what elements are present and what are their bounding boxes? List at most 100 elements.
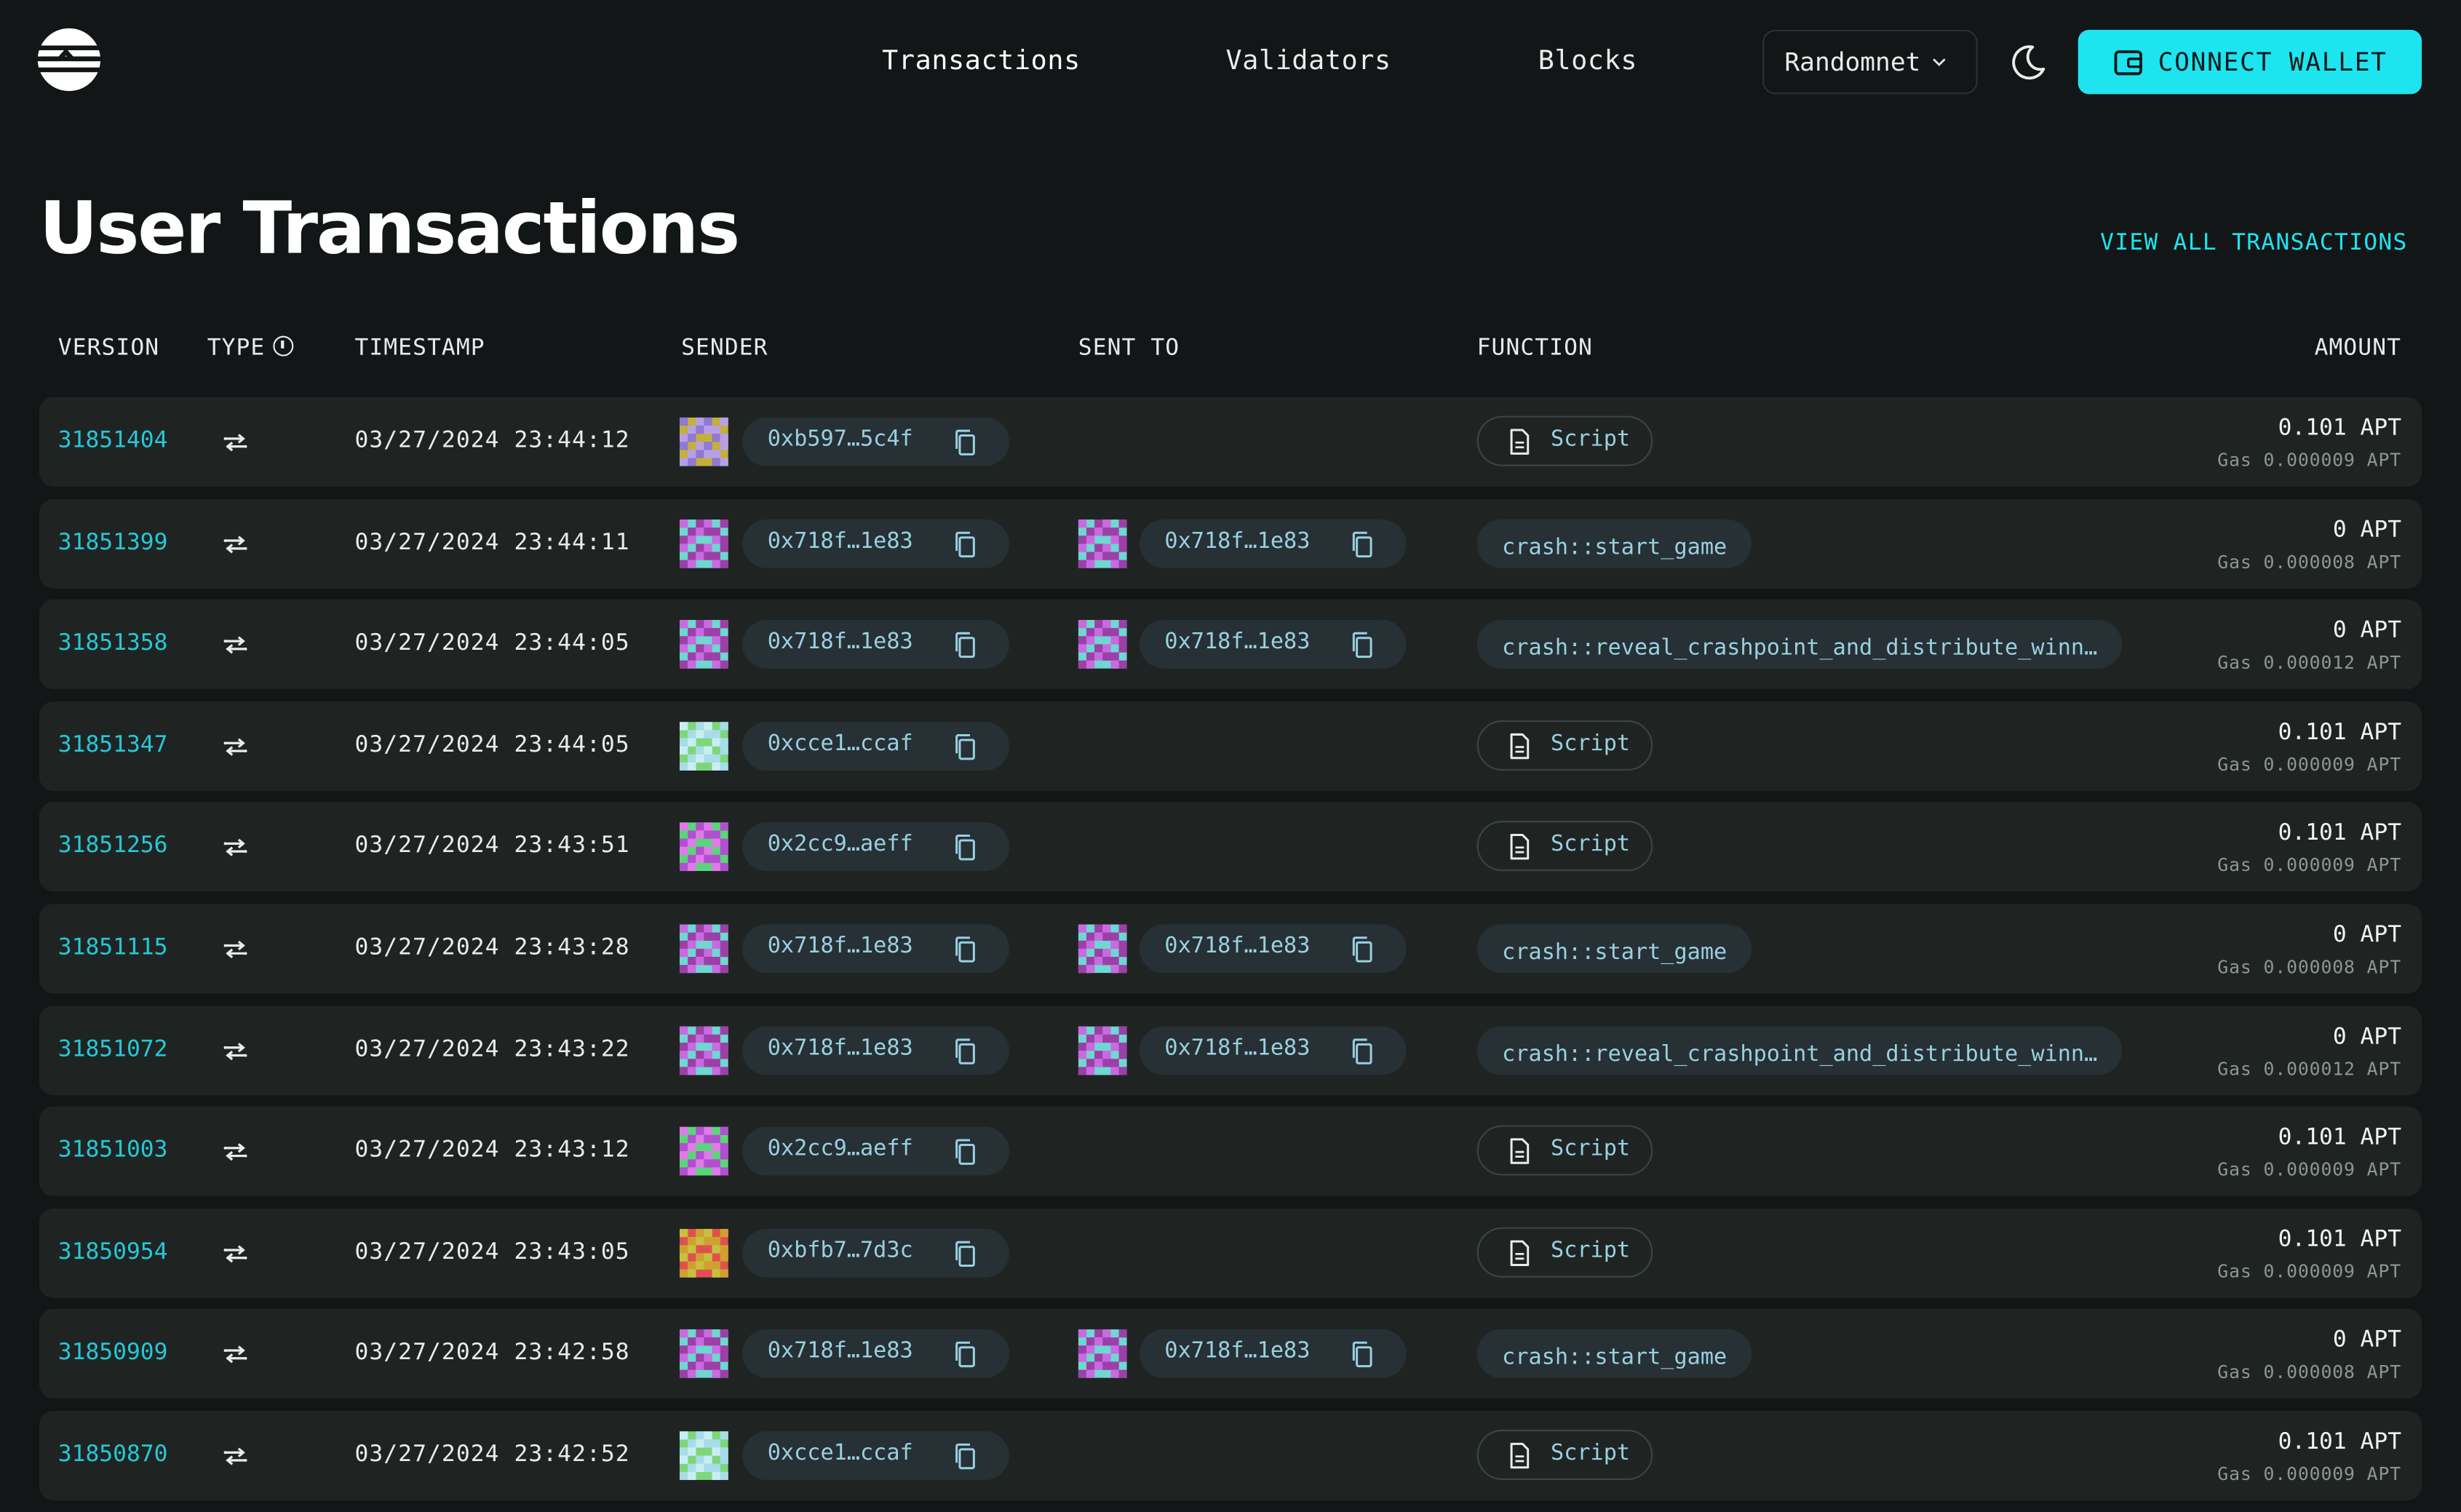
sender-identicon (679, 1228, 728, 1278)
function-badge[interactable]: crash::start_game (1476, 519, 1752, 568)
sent-to-address[interactable]: 0x718f…1e83 (1139, 519, 1407, 568)
function-badge[interactable]: crash::reveal_crashpoint_and_distribute_… (1476, 1025, 2123, 1075)
sender-identicon (679, 924, 728, 974)
sent-to-address-text: 0x718f…1e83 (1164, 528, 1311, 554)
document-icon (1510, 1138, 1530, 1165)
function-script-badge[interactable]: Script (1476, 1429, 1653, 1480)
sender-address[interactable]: 0x718f…1e83 (742, 1025, 1009, 1075)
version-link[interactable]: 31851072 (58, 1037, 168, 1062)
copy-icon[interactable] (1350, 631, 1375, 659)
gas-fee: Gas 0.000008 APT (2217, 1361, 2402, 1383)
copy-icon[interactable] (1350, 1037, 1375, 1065)
logo-icon[interactable] (34, 25, 104, 95)
nav-transactions[interactable]: Transactions (882, 46, 1081, 77)
amount: 0.101 APT (2278, 821, 2402, 847)
amount: 0 APT (2332, 517, 2402, 543)
table-row[interactable]: 31851115 03/27/2024 23:43:28 0x718f…1e83 0x… (39, 904, 2422, 994)
sent-to-address-text: 0x718f…1e83 (1164, 934, 1311, 959)
copy-icon[interactable] (953, 1239, 978, 1268)
copy-icon[interactable] (953, 1341, 978, 1369)
transfer-icon (223, 434, 247, 452)
function-script-badge[interactable]: Script (1476, 720, 1653, 771)
copy-icon[interactable] (953, 733, 978, 761)
copy-icon[interactable] (953, 530, 978, 558)
transfer-icon (223, 1447, 247, 1465)
version-link[interactable]: 31850909 (58, 1341, 168, 1366)
info-icon[interactable] (273, 335, 294, 357)
sender-address[interactable]: 0x718f…1e83 (742, 1329, 1009, 1379)
table-row[interactable]: 31851256 03/27/2024 23:43:51 0x2cc9…aeff Sc… (39, 802, 2422, 892)
copy-icon[interactable] (1350, 530, 1375, 558)
network-select[interactable]: Randomnet (1762, 29, 1978, 95)
function-script-badge[interactable]: Script (1476, 821, 1653, 872)
timestamp: 03/27/2024 23:44:12 (354, 428, 630, 454)
copy-icon[interactable] (953, 1037, 978, 1065)
function-badge[interactable]: crash::start_game (1476, 1329, 1752, 1379)
copy-icon[interactable] (953, 834, 978, 862)
table-row[interactable]: 31851358 03/27/2024 23:44:05 0x718f…1e83 0x… (39, 600, 2422, 690)
gas-fee: Gas 0.000012 APT (2217, 1057, 2402, 1080)
sent-to-address[interactable]: 0x718f…1e83 (1139, 1025, 1407, 1075)
table-row[interactable]: 31850909 03/27/2024 23:42:58 0x718f…1e83 0x… (39, 1309, 2422, 1399)
table-row[interactable]: 31851003 03/27/2024 23:43:12 0x2cc9…aeff Sc… (39, 1106, 2422, 1196)
copy-icon[interactable] (1350, 1341, 1375, 1369)
sent-to-address-text: 0x718f…1e83 (1164, 629, 1311, 655)
version-link[interactable]: 31851358 (58, 631, 168, 656)
table-row[interactable]: 31851404 03/27/2024 23:44:12 0xb597…5c4f Sc… (39, 397, 2422, 487)
function-script-badge[interactable]: Script (1476, 415, 1653, 466)
timestamp: 03/27/2024 23:43:51 (354, 834, 630, 859)
sender-address[interactable]: 0x718f…1e83 (742, 620, 1009, 669)
nav-blocks[interactable]: Blocks (1538, 46, 1637, 77)
copy-icon[interactable] (953, 429, 978, 457)
document-icon (1510, 1240, 1530, 1266)
copy-icon[interactable] (953, 1442, 978, 1471)
version-link[interactable]: 31850954 (58, 1239, 168, 1265)
function-script-badge[interactable]: Script (1476, 1125, 1653, 1176)
function-badge[interactable]: crash::start_game (1476, 924, 1752, 974)
sent-to-address[interactable]: 0x718f…1e83 (1139, 620, 1407, 669)
amount: 0.101 APT (2278, 1429, 2402, 1455)
sent-to-address[interactable]: 0x718f…1e83 (1139, 924, 1407, 974)
timestamp: 03/27/2024 23:44:11 (354, 530, 630, 555)
version-link[interactable]: 31851399 (58, 530, 168, 555)
sender-address-text: 0x718f…1e83 (767, 1035, 913, 1061)
copy-icon[interactable] (953, 935, 978, 963)
transfer-icon (223, 839, 247, 857)
sent-to-address[interactable]: 0x718f…1e83 (1139, 1329, 1407, 1379)
sender-address[interactable]: 0x718f…1e83 (742, 519, 1009, 568)
function-script-badge[interactable]: Script (1476, 1227, 1653, 1278)
version-link[interactable]: 31851115 (58, 935, 168, 960)
function-label: Script (1551, 1238, 1631, 1263)
copy-icon[interactable] (953, 1138, 978, 1166)
connect-wallet-button[interactable]: CONNECT WALLET (2078, 29, 2422, 95)
nav-validators[interactable]: Validators (1226, 46, 1391, 77)
col-timestamp: TIMESTAMP (354, 335, 485, 362)
version-link[interactable]: 31851347 (58, 733, 168, 758)
table-row[interactable]: 31850870 03/27/2024 23:42:52 0xcce1…ccaf Sc… (39, 1410, 2422, 1500)
table-row[interactable]: 31850954 03/27/2024 23:43:05 0xbfb7…7d3c Sc… (39, 1208, 2422, 1298)
sender-address[interactable]: 0xbfb7…7d3c (742, 1228, 1009, 1278)
function-badge[interactable]: crash::reveal_crashpoint_and_distribute_… (1476, 620, 2123, 669)
sender-address[interactable]: 0xcce1…ccaf (742, 721, 1009, 771)
view-all-transactions-link[interactable]: VIEW ALL TRANSACTIONS (2100, 231, 2408, 256)
copy-icon[interactable] (1350, 935, 1375, 963)
moon-icon[interactable] (2006, 41, 2050, 84)
version-link[interactable]: 31851003 (58, 1138, 168, 1163)
function-label: Script (1551, 731, 1631, 757)
version-link[interactable]: 31851256 (58, 834, 168, 859)
sent-to-identicon (1078, 519, 1127, 568)
sender-address[interactable]: 0xcce1…ccaf (742, 1431, 1009, 1480)
sender-address[interactable]: 0x718f…1e83 (742, 924, 1009, 974)
version-link[interactable]: 31850870 (58, 1442, 168, 1468)
version-link[interactable]: 31851404 (58, 429, 168, 454)
transactions-table: 31851404 03/27/2024 23:44:12 0xb597…5c4f Sc… (39, 397, 2422, 1512)
table-row[interactable]: 31851347 03/27/2024 23:44:05 0xcce1…ccaf Sc… (39, 701, 2422, 791)
table-header: VERSION TYPE TIMESTAMP SENDER SENT TO FU… (39, 335, 2422, 370)
sender-address[interactable]: 0x2cc9…aeff (742, 823, 1009, 872)
table-row[interactable]: 31851399 03/27/2024 23:44:11 0x718f…1e83 0x… (39, 498, 2422, 588)
table-row[interactable]: 31851072 03/27/2024 23:43:22 0x718f…1e83 0x… (39, 1005, 2422, 1095)
copy-icon[interactable] (953, 631, 978, 659)
sender-address[interactable]: 0x2cc9…aeff (742, 1126, 1009, 1176)
sender-address[interactable]: 0xb597…5c4f (742, 417, 1009, 466)
transfer-icon (223, 1244, 247, 1262)
